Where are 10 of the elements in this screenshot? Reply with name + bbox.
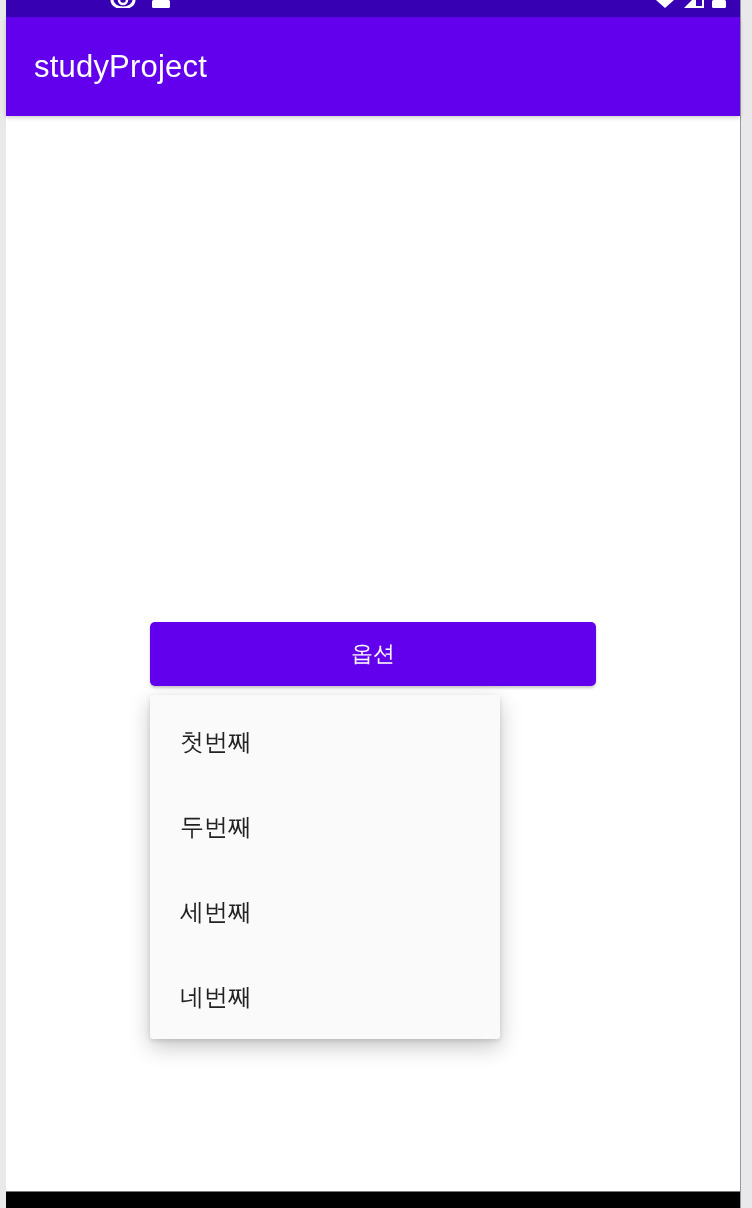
wifi-icon	[656, 0, 674, 8]
app-title: studyProject	[34, 48, 207, 85]
menu-item[interactable]: 세번째	[150, 869, 500, 954]
ring-icon	[110, 0, 136, 8]
menu-item[interactable]: 네번째	[150, 954, 500, 1039]
square-icon	[152, 0, 170, 8]
option-button[interactable]: 옵션	[150, 622, 596, 686]
menu-item[interactable]: 두번째	[150, 784, 500, 869]
battery-icon	[712, 0, 726, 8]
menu-item[interactable]: 첫번째	[150, 699, 500, 784]
